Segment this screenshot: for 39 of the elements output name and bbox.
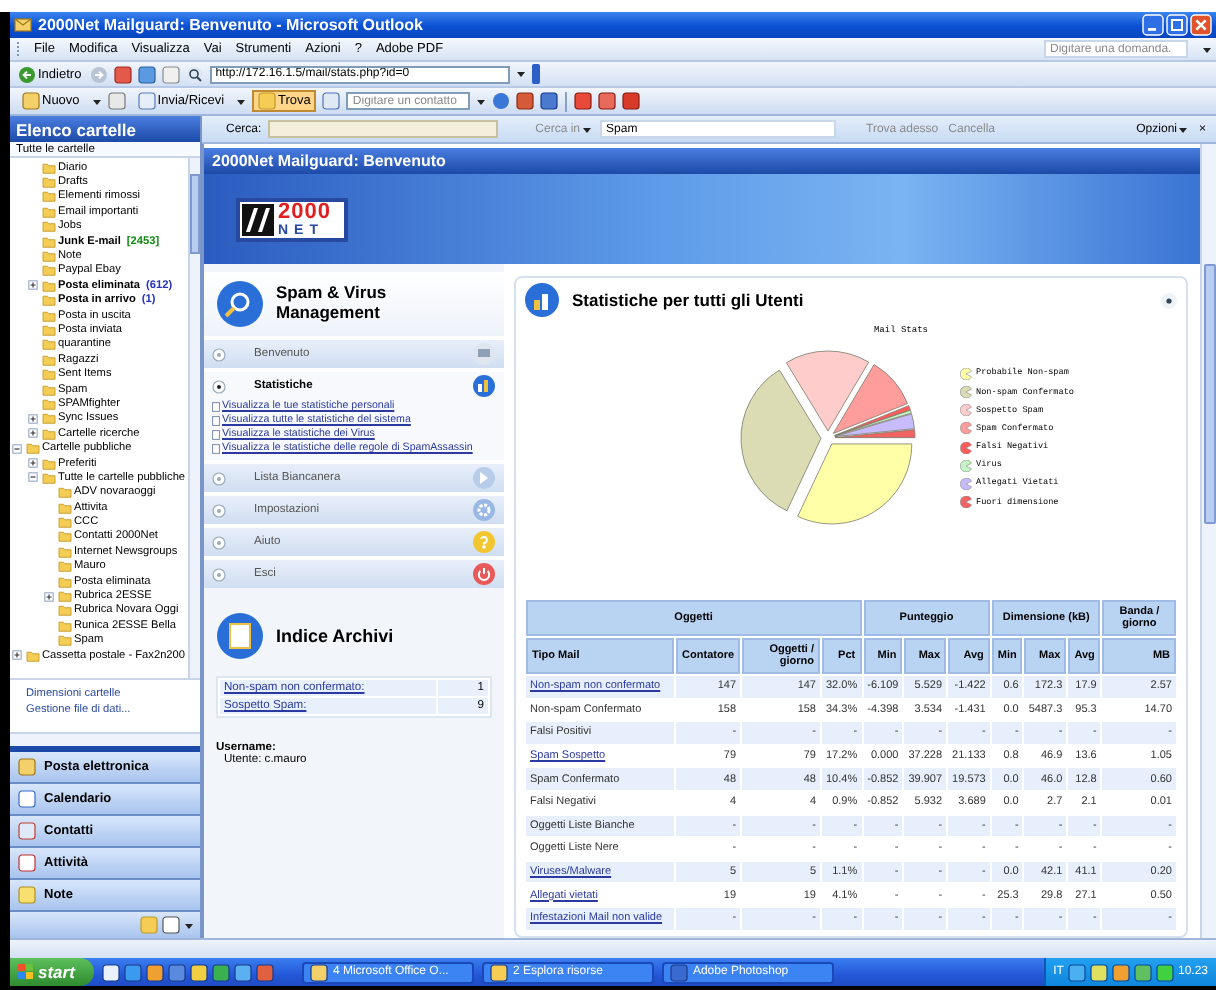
forward-arrow-icon (89, 65, 108, 83)
stats-title: Statistiche per tutti gli Utenti (572, 290, 804, 310)
caret-icon (236, 97, 247, 105)
bar-chart-icon (524, 282, 560, 318)
magnifier-icon (216, 280, 264, 328)
caret-icon (515, 70, 526, 78)
page-header: 2000Net Mailguard: Benvenuto (204, 148, 1200, 174)
expand-icon (212, 347, 226, 361)
archive-title: Indice Archivi (276, 626, 394, 646)
gear-icon (472, 498, 496, 522)
maximize-icon[interactable] (1166, 14, 1188, 36)
pane-title: Elenco cartelle (10, 116, 200, 142)
divider-icon (564, 91, 569, 111)
window-title: 2000Net Mailguard: Benvenuto - Microsoft Outlook (38, 16, 425, 34)
caret-icon (1202, 45, 1212, 53)
power-icon (472, 562, 496, 586)
expand-icon (212, 567, 226, 581)
expand-icon (212, 535, 226, 549)
go-icon (531, 64, 540, 84)
windows-flag-icon (18, 964, 34, 980)
search-icon (185, 65, 204, 83)
scrollbar[interactable] (10, 732, 200, 746)
configure-icon (184, 921, 194, 929)
minimize-icon[interactable] (1142, 14, 1164, 36)
expand-icon (212, 471, 226, 485)
search-field[interactable] (267, 120, 498, 138)
collapse-icon (1160, 291, 1178, 309)
scrollbar[interactable] (1200, 144, 1216, 938)
scrollbar[interactable] (188, 158, 200, 678)
monitor-icon (472, 342, 496, 366)
caret-icon (91, 97, 102, 105)
caret-icon (1178, 125, 1189, 133)
caret-icon (476, 97, 487, 105)
close-icon[interactable] (1190, 14, 1212, 36)
sidebar-title: Spam & Virus Management (276, 284, 389, 324)
caret-icon (582, 125, 593, 133)
back-arrow-icon (18, 65, 36, 83)
collapse-icon (212, 379, 226, 393)
expand-icon (212, 503, 226, 517)
